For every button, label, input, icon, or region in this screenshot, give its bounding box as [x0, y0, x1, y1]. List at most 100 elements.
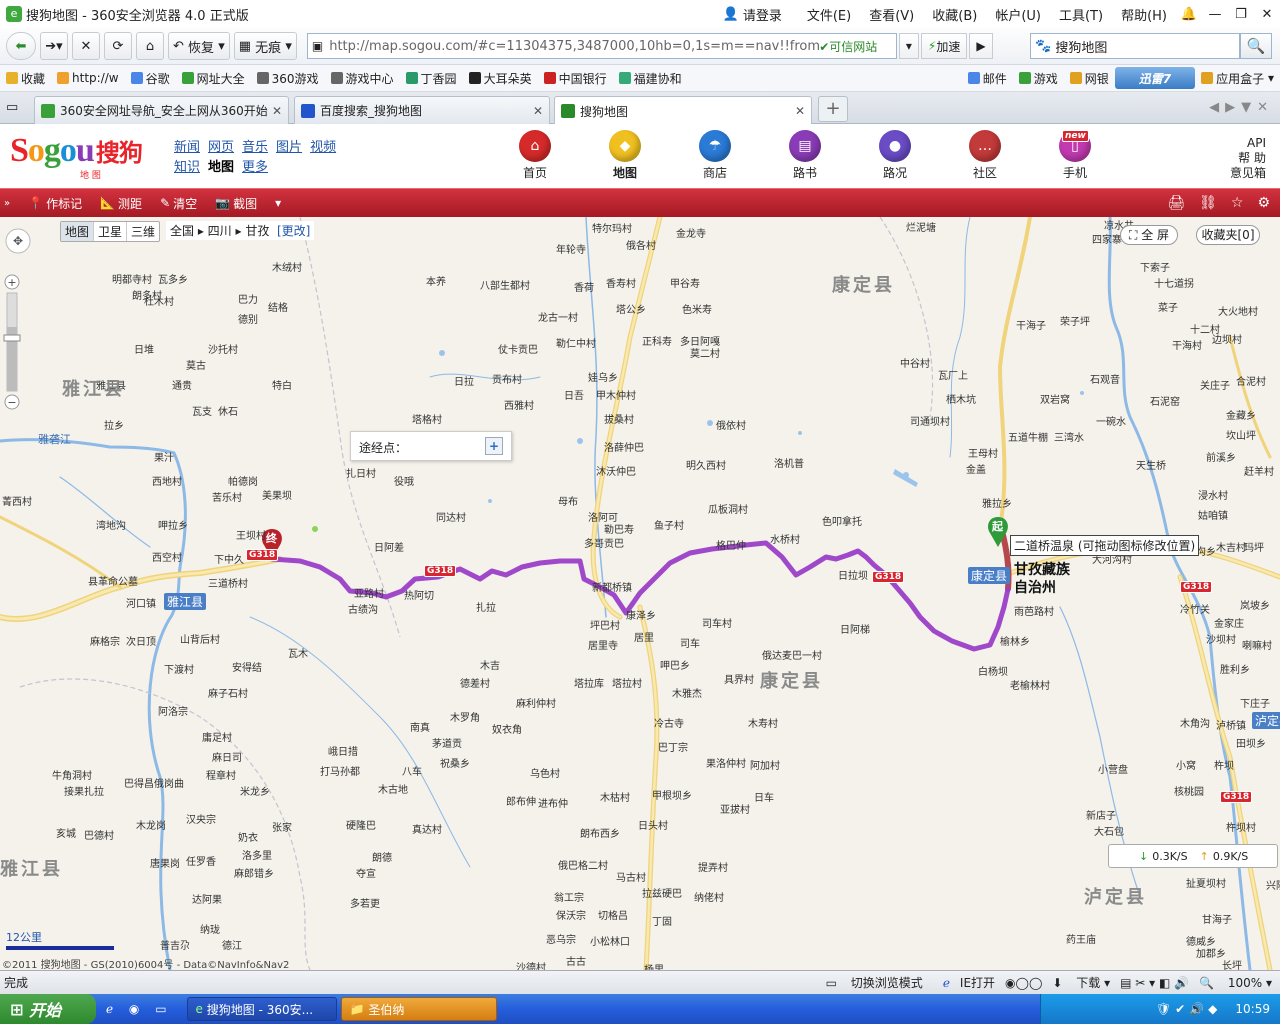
task-browser[interactable]: e 搜狗地图 - 360安... — [186, 997, 337, 1021]
menu-tools[interactable]: 工具(T) — [1059, 5, 1103, 24]
go-button[interactable]: ▶ — [969, 33, 993, 59]
favorite-item[interactable]: 大耳朵英 — [468, 70, 532, 87]
feedback-link[interactable]: 意见箱 — [1230, 166, 1266, 181]
crumb-country[interactable]: 全国 — [170, 224, 194, 238]
link-more[interactable]: 更多 — [242, 160, 268, 175]
favorite-item[interactable]: 360游戏 — [256, 70, 319, 87]
tab-scroll-controls[interactable]: ◀▶▼✕ — [1209, 100, 1274, 115]
map-canvas[interactable]: ✥ + − 特尔玛村 俄各村 金龙寺 烂泥塘 凉水井 四家寨 年轮寺 木绒村 本养 八部生都村 香荷… — [0, 217, 1280, 970]
back-button[interactable]: ⬅ — [6, 32, 36, 60]
favorite-item[interactable]: 中国银行 — [543, 70, 607, 87]
favorite-item[interactable]: 网银 — [1069, 70, 1109, 87]
service-5[interactable]: … 社区 — [940, 130, 1030, 181]
crumb-province[interactable]: 四川 — [208, 224, 232, 238]
sogou-logo[interactable]: Sogou搜狗 — [10, 132, 143, 170]
tab-satellite-view[interactable]: 卫星 — [93, 222, 126, 241]
start-marker-label[interactable]: 起 — [992, 518, 1003, 534]
tab-close-icon[interactable]: ✕ — [533, 104, 543, 118]
favorite-item[interactable]: 收藏 — [6, 70, 45, 87]
url-text[interactable]: http://map.sogou.com/#c=11304375,3487000… — [329, 39, 819, 54]
refresh-button[interactable]: ⟳ — [104, 32, 132, 60]
tab-close-icon[interactable]: ✕ — [272, 104, 282, 118]
app-box-button[interactable]: 应用盒子 ▾ — [1201, 70, 1274, 87]
minimize-button[interactable]: — — [1202, 7, 1228, 22]
accelerate-button[interactable]: ⚡ 加速 — [920, 33, 968, 59]
tab-close-icon[interactable]: ✕ — [795, 104, 805, 118]
new-tab-button[interactable]: + — [818, 96, 848, 122]
favorite-item[interactable]: 游戏中心 — [330, 70, 394, 87]
trusted-site-badge[interactable]: ✔可信网站 — [819, 38, 877, 55]
measure-button[interactable]: 📐 测距 — [100, 195, 142, 212]
task-folder[interactable]: 📁 圣伯纳 — [340, 997, 497, 1021]
county-seat-label[interactable]: 雅江县 — [164, 593, 207, 610]
address-dropdown[interactable]: ▾ — [898, 33, 919, 59]
search-input[interactable]: 🐾 搜狗地图 — [1030, 33, 1240, 59]
favorite-item[interactable]: 谷歌 — [130, 70, 170, 87]
favorite-item[interactable]: http://w — [57, 70, 119, 87]
download-button[interactable]: ⬇ 下载 ▾ — [1052, 974, 1110, 991]
help-link[interactable]: 帮 助 — [1230, 151, 1266, 166]
restore-button[interactable]: ↶ 恢复 ▾ — [168, 32, 230, 60]
link-images[interactable]: 图片 — [276, 140, 302, 155]
fullscreen-button[interactable]: ⛶ 全 屏 — [1120, 225, 1178, 245]
favorite-item[interactable]: 邮件 — [967, 70, 1007, 87]
service-1[interactable]: ◆ 地图 — [580, 130, 670, 181]
toggle-icons[interactable]: ◉◯◯ — [1005, 976, 1042, 990]
tray-icons[interactable]: 🛡✔🔊◆ — [1156, 1002, 1221, 1016]
favorite-item[interactable]: 游戏 — [1018, 70, 1058, 87]
county-seat-label[interactable]: 泸定县 — [1252, 712, 1280, 729]
service-0[interactable]: ⌂ 首页 — [490, 130, 580, 181]
mark-button[interactable]: 📍 作标记 — [28, 195, 82, 212]
county-seat-label[interactable]: 康定县 — [968, 567, 1011, 584]
menu-account[interactable]: 帐户(U) — [995, 5, 1041, 24]
favorites-folder-button[interactable]: 收藏夹[0] — [1196, 225, 1260, 245]
misc-tools-icons[interactable]: ▤ ✂ ▾ ◧ 🔊 — [1120, 976, 1189, 990]
menu-help[interactable]: 帮助(H) — [1121, 5, 1167, 24]
home-button[interactable]: ⌂ — [136, 32, 164, 60]
tab-map-view[interactable]: 地图 — [61, 222, 94, 241]
star-icon[interactable]: ☆ — [1231, 195, 1244, 211]
service-4[interactable]: ● 路况 — [850, 130, 940, 181]
tab-3d-view[interactable]: 三维 — [126, 222, 159, 241]
add-waypoint-button[interactable]: + — [485, 437, 503, 455]
forward-button[interactable]: ➔▾ — [40, 32, 68, 60]
switch-mode-button[interactable]: ▭ 切换浏览模式 — [826, 974, 923, 991]
toolbar-collapse-icon[interactable]: » — [4, 198, 10, 209]
print-icon[interactable]: 🖨 — [1167, 195, 1185, 211]
ie-open-button[interactable]: ℯ IE打开 — [933, 974, 995, 991]
menu-favorites[interactable]: 收藏(B) — [932, 5, 977, 24]
quicklaunch-icons[interactable]: ℯ ◉ ▭ — [106, 1002, 173, 1016]
menu-file[interactable]: 文件(E) — [807, 5, 851, 24]
tab-sogou-map[interactable]: 搜狗地图 ✕ — [554, 96, 812, 125]
start-button[interactable]: ⊞ 开始 — [0, 994, 96, 1024]
notification-icon[interactable]: 🔔 — [1176, 7, 1202, 22]
tab-baidu-search[interactable]: 百度搜索_搜狗地图 ✕ — [294, 96, 550, 124]
more-tools-dropdown[interactable]: ▾ — [275, 196, 281, 210]
gear-icon[interactable]: ⚙ — [1257, 195, 1270, 211]
xunlei-button[interactable]: 迅雷7 — [1114, 67, 1196, 89]
tab-list-icon[interactable]: ▭ — [6, 100, 18, 115]
link-music[interactable]: 音乐 — [242, 140, 268, 155]
end-marker-label[interactable]: 终 — [266, 530, 277, 546]
stop-button[interactable]: ✕ — [72, 32, 100, 60]
close-window-button[interactable]: ✕ — [1254, 7, 1280, 22]
favorite-item[interactable]: 丁香园 — [405, 70, 457, 87]
link-icon[interactable]: ⛓ — [1199, 195, 1217, 211]
link-news[interactable]: 新闻 — [174, 140, 200, 155]
service-3[interactable]: ▤ 路书 — [760, 130, 850, 181]
service-2[interactable]: ☂ 商店 — [670, 130, 760, 181]
tab-360-nav[interactable]: 360安全网址导航_安全上网从360开始 ✕ — [34, 96, 289, 124]
favorite-item[interactable]: 网址大全 — [181, 70, 245, 87]
notrace-button[interactable]: ▦ 无痕 ▾ — [233, 32, 297, 60]
link-web[interactable]: 网页 — [208, 140, 234, 155]
clear-button[interactable]: ✎ 清空 — [160, 195, 197, 212]
link-knowledge[interactable]: 知识 — [174, 160, 200, 175]
api-link[interactable]: API — [1230, 136, 1266, 151]
crumb-prefecture[interactable]: 甘孜 — [245, 224, 269, 238]
menu-view[interactable]: 查看(V) — [869, 5, 914, 24]
login-link[interactable]: 👤 请登录 — [723, 5, 782, 24]
maximize-button[interactable]: ❐ — [1228, 7, 1254, 22]
zoom-level[interactable]: 🔍 100% ▾ — [1199, 976, 1272, 990]
favorite-item[interactable]: 福建协和 — [618, 70, 682, 87]
link-video[interactable]: 视频 — [310, 140, 336, 155]
